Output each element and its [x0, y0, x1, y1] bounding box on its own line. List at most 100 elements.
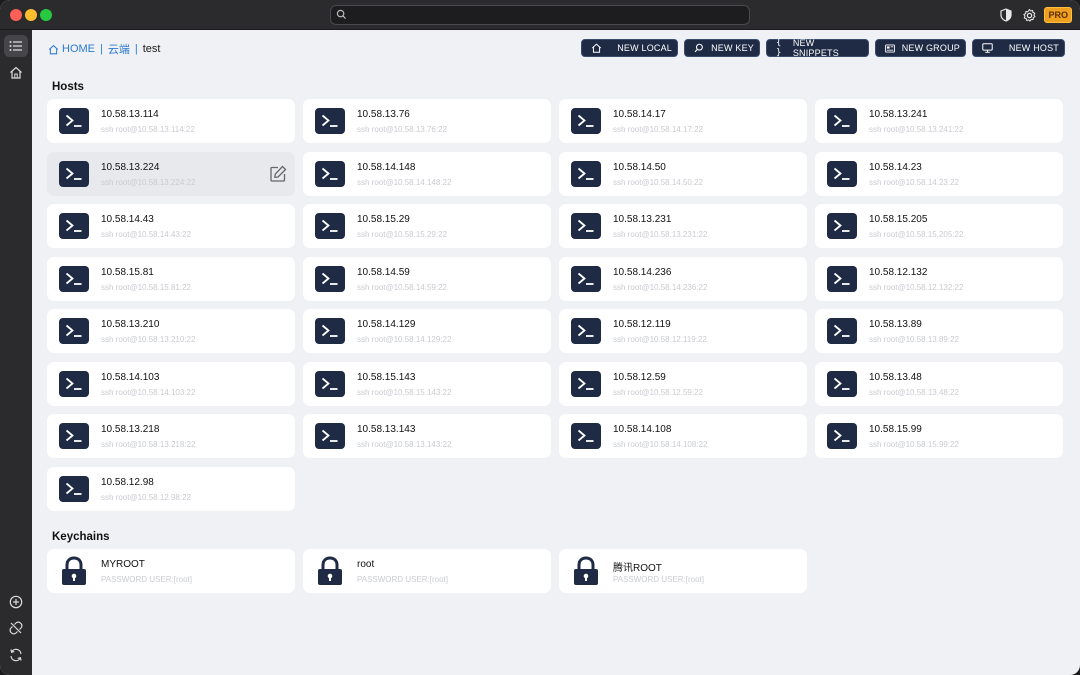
terminal-glyph	[833, 167, 850, 180]
host-address: 10.58.12.98	[101, 476, 154, 488]
terminal-glyph	[577, 429, 594, 442]
keychain-name: root	[357, 559, 375, 570]
lock-icon	[571, 556, 601, 586]
host-card[interactable]: 10.58.12.59 ssh root@10.58.12.59:22	[559, 361, 807, 406]
keychain-card[interactable]: 腾讯ROOT PASSWORD USER:[root]	[559, 549, 807, 593]
new-local-button[interactable]: NEW LOCAL	[581, 39, 678, 57]
link-off-icon	[9, 621, 23, 635]
sidebar-item-sync[interactable]	[4, 644, 28, 666]
keychain-card[interactable]: MYROOT PASSWORD USER:[root]	[47, 549, 295, 593]
terminal-icon	[827, 265, 857, 292]
terminal-icon	[315, 370, 345, 397]
sidebar-item-home[interactable]	[4, 61, 28, 83]
keychain-name: 腾讯ROOT	[613, 563, 662, 574]
host-card[interactable]: 10.58.13.224 ssh root@10.58.13.224:22	[47, 151, 295, 196]
host-ssh-command: ssh root@10.58.14.108:22	[613, 440, 708, 449]
zoom-window-button[interactable]	[40, 9, 52, 21]
search-input[interactable]	[351, 7, 741, 23]
new-host-button[interactable]: NEW HOST	[972, 39, 1065, 57]
terminal-glyph	[577, 167, 594, 180]
host-address: 10.58.13.224	[101, 161, 160, 173]
host-card[interactable]: 10.58.14.103 ssh root@10.58.14.103:22	[47, 361, 295, 406]
sidebar	[0, 30, 32, 675]
minimize-window-button[interactable]	[25, 9, 37, 21]
host-card[interactable]: 10.58.14.108 ssh root@10.58.14.108:22	[559, 414, 807, 458]
host-address: 10.58.15.81	[101, 266, 154, 278]
close-window-button[interactable]	[10, 9, 22, 21]
terminal-glyph	[577, 377, 594, 390]
host-card[interactable]: 10.58.12.132 ssh root@10.58.12.132:22	[815, 256, 1063, 301]
host-card[interactable]: 10.58.13.114 ssh root@10.58.13.114:22	[47, 99, 295, 143]
host-address: 10.58.13.218	[101, 424, 160, 435]
host-card[interactable]: 10.58.14.236 ssh root@10.58.14.236:22	[559, 256, 807, 301]
home-icon	[591, 43, 602, 53]
gear-icon[interactable]	[1021, 7, 1037, 23]
host-card[interactable]: 10.58.13.218 ssh root@10.58.13.218:22	[47, 414, 295, 458]
host-card[interactable]: 10.58.14.23 ssh root@10.58.14.23:22	[815, 151, 1063, 196]
host-card[interactable]: 10.58.13.76 ssh root@10.58.13.76:22	[303, 99, 551, 143]
terminal-icon	[59, 423, 89, 449]
host-card[interactable]: 10.58.15.81 ssh root@10.58.15.81:22	[47, 256, 295, 301]
sidebar-item-add[interactable]	[4, 591, 28, 613]
terminal-icon	[59, 370, 89, 397]
host-card[interactable]: 10.58.14.43 ssh root@10.58.14.43:22	[47, 204, 295, 248]
terminal-icon	[571, 160, 601, 187]
terminal-icon	[827, 423, 857, 449]
terminal-glyph	[833, 429, 850, 442]
host-card[interactable]: 10.58.13.89 ssh root@10.58.13.89:22	[815, 309, 1063, 353]
host-ssh-command: ssh root@10.58.14.43:22	[101, 230, 191, 239]
host-card[interactable]: 10.58.15.29 ssh root@10.58.15.29:22	[303, 204, 551, 248]
host-ssh-command: ssh root@10.58.13.89:22	[869, 335, 959, 344]
terminal-icon	[59, 318, 89, 344]
new-key-button[interactable]: NEW KEY	[684, 39, 760, 57]
host-address: 10.58.14.129	[357, 319, 416, 330]
host-card[interactable]: 10.58.13.241 ssh root@10.58.13.241:22	[815, 99, 1063, 143]
host-card[interactable]: 10.58.13.210 ssh root@10.58.13.210:22	[47, 309, 295, 353]
host-card[interactable]: 10.58.15.99 ssh root@10.58.15.99:22	[815, 414, 1063, 458]
host-card[interactable]: 10.58.13.231 ssh root@10.58.13.231:22	[559, 204, 807, 248]
host-card[interactable]: 10.58.14.129 ssh root@10.58.14.129:22	[303, 309, 551, 353]
search-bar[interactable]	[330, 5, 750, 25]
home-icon	[48, 44, 59, 54]
terminal-icon	[571, 265, 601, 292]
breadcrumb-cloud[interactable]: 云端	[108, 41, 130, 57]
host-card[interactable]: 10.58.15.143 ssh root@10.58.15.143:22	[303, 361, 551, 406]
host-card[interactable]: 10.58.13.48 ssh root@10.58.13.48:22	[815, 361, 1063, 406]
host-ssh-command: ssh root@10.58.14.103:22	[101, 387, 196, 397]
terminal-glyph	[833, 377, 850, 390]
sidebar-item-list[interactable]	[4, 35, 28, 57]
host-address: 10.58.14.103	[101, 371, 160, 383]
new-group-button[interactable]: NEW GROUP	[875, 39, 966, 57]
shield-icon[interactable]	[998, 7, 1014, 23]
terminal-glyph	[65, 272, 82, 285]
host-card[interactable]: 10.58.14.148 ssh root@10.58.14.148:22	[303, 151, 551, 196]
host-ssh-command: ssh root@10.58.15.99:22	[869, 440, 959, 449]
sidebar-item-disconnect[interactable]	[4, 617, 28, 639]
host-ssh-command: ssh root@10.58.14.59:22	[357, 282, 447, 292]
terminal-glyph	[833, 219, 850, 232]
host-ssh-command: ssh root@10.58.13.241:22	[869, 125, 964, 134]
new-local-label: NEW LOCAL	[617, 43, 672, 53]
keychain-card[interactable]: root PASSWORD USER:[root]	[303, 549, 551, 593]
host-card[interactable]: 10.58.13.143 ssh root@10.58.13.143:22	[303, 414, 551, 458]
terminal-glyph	[321, 377, 338, 390]
terminal-glyph	[65, 114, 82, 127]
host-ssh-command: ssh root@10.58.15.81:22	[101, 282, 191, 292]
host-ssh-command: ssh root@10.58.12.98:22	[101, 492, 191, 502]
breadcrumb-home[interactable]: HOME	[62, 43, 95, 55]
host-card[interactable]: 10.58.12.98 ssh root@10.58.12.98:22	[47, 466, 295, 511]
edit-icon[interactable]	[269, 165, 287, 183]
host-card[interactable]: 10.58.14.17 ssh root@10.58.14.17:22	[559, 99, 807, 143]
host-card[interactable]: 10.58.12.119 ssh root@10.58.12.119:22	[559, 309, 807, 353]
host-card[interactable]: 10.58.15.205 ssh root@10.58.15.205:22	[815, 204, 1063, 248]
host-card[interactable]: 10.58.14.59 ssh root@10.58.14.59:22	[303, 256, 551, 301]
host-address: 10.58.13.143	[357, 424, 416, 435]
pro-badge[interactable]: PRO	[1044, 7, 1072, 23]
host-ssh-command: ssh root@10.58.12.132:22	[869, 282, 964, 292]
new-snippets-button[interactable]: { } NEW SNIPPETS	[766, 38, 869, 58]
terminal-glyph	[577, 272, 594, 285]
host-ssh-command: ssh root@10.58.12.59:22	[613, 387, 703, 397]
host-address: 10.58.12.59	[613, 371, 666, 383]
host-card[interactable]: 10.58.14.50 ssh root@10.58.14.50:22	[559, 151, 807, 196]
sync-icon	[10, 648, 22, 662]
